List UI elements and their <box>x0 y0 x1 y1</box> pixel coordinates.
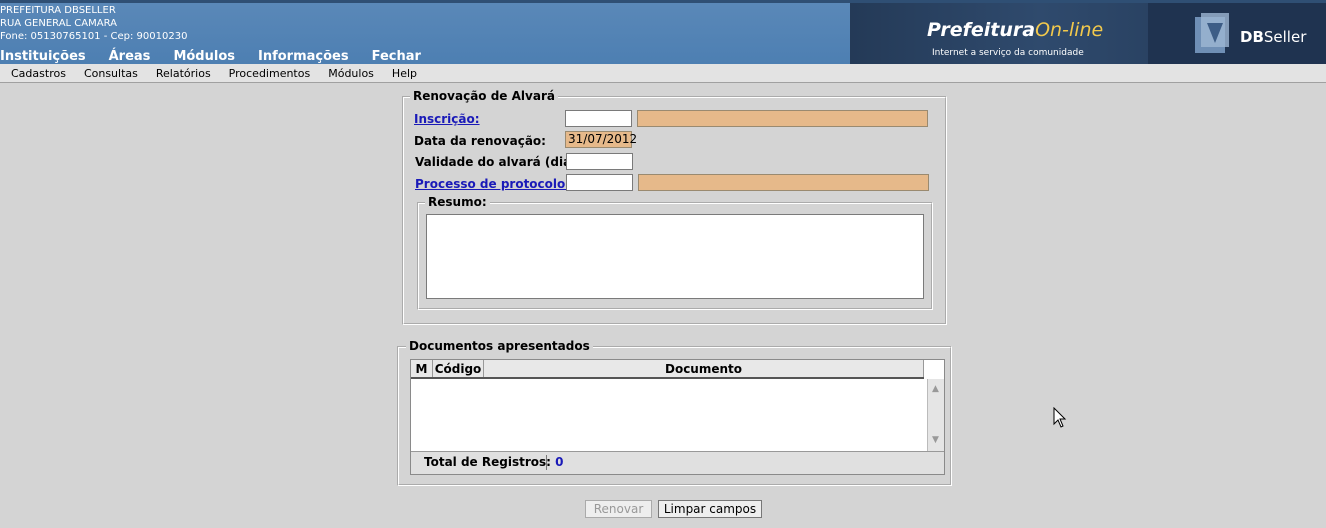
limpar-campos-button[interactable]: Limpar campos <box>658 500 762 518</box>
menu-help[interactable]: Help <box>392 67 417 80</box>
resumo-textarea[interactable] <box>426 214 924 299</box>
documentos-legend: Documentos apresentados <box>406 339 593 353</box>
processo-description-field <box>638 174 929 191</box>
grid-header: M Código Documento <box>411 360 924 379</box>
scroll-up-icon[interactable]: ▲ <box>932 384 939 394</box>
brand-online: On-line <box>1035 19 1104 41</box>
institution-contact: Fone: 05130765101 - Cep: 90010230 <box>0 31 188 42</box>
dbseller-logo: DBSeller <box>1148 3 1326 64</box>
column-m[interactable]: M <box>411 360 433 377</box>
menu-cadastros[interactable]: Cadastros <box>11 67 66 80</box>
app-header: PREFEITURA DBSELLER RUA GENERAL CAMARA F… <box>0 0 1326 64</box>
top-menu-informacoes[interactable]: Informações <box>258 49 349 64</box>
db-rest: Seller <box>1263 28 1307 46</box>
institution-name: PREFEITURA DBSELLER <box>0 5 116 16</box>
top-menu-modulos[interactable]: Módulos <box>173 49 235 64</box>
scroll-down-icon[interactable]: ▼ <box>932 435 939 445</box>
column-codigo[interactable]: Código <box>433 360 484 377</box>
processo-protocolo-link[interactable]: Processo de protocolo: <box>415 177 570 191</box>
top-menu: Instituições Áreas Módulos Informações F… <box>0 49 444 64</box>
menu-modulos[interactable]: Módulos <box>328 67 374 80</box>
data-renovacao-field: 31/07/2012 <box>565 131 637 148</box>
dbseller-logo-icon <box>1195 13 1229 53</box>
validade-input[interactable] <box>566 153 633 170</box>
brand-main: Prefeitura <box>927 19 1036 41</box>
validade-label: Validade do alvará (dias): <box>415 155 589 169</box>
total-registros-label: Total de Registros: 0 <box>424 455 563 469</box>
menu-consultas[interactable]: Consultas <box>84 67 138 80</box>
inscricao-description-field <box>637 110 928 127</box>
brand-logo-text: PrefeituraOn-line <box>927 19 1103 41</box>
documents-grid: M Código Documento ▲ ▼ Total de Registro… <box>410 359 945 475</box>
data-renovacao-label: Data da renovação: <box>414 134 546 148</box>
processo-input[interactable] <box>566 174 633 191</box>
total-registros-text: Total de Registros: <box>424 455 551 469</box>
grid-scrollbar[interactable]: ▲ ▼ <box>927 379 944 451</box>
institution-address: RUA GENERAL CAMARA <box>0 18 117 29</box>
menu-relatorios[interactable]: Relatórios <box>156 67 211 80</box>
mouse-cursor-icon <box>1053 407 1067 428</box>
renovacao-legend: Renovação de Alvará <box>410 89 558 103</box>
column-documento[interactable]: Documento <box>484 360 924 377</box>
renovar-button[interactable]: Renovar <box>585 500 652 518</box>
top-menu-fechar[interactable]: Fechar <box>372 49 421 64</box>
top-menu-instituicoes[interactable]: Instituições <box>0 49 86 64</box>
top-menu-areas[interactable]: Áreas <box>109 49 151 64</box>
resumo-legend: Resumo: <box>425 195 490 209</box>
db-bold: DB <box>1240 28 1264 46</box>
total-registros-value: 0 <box>555 455 564 469</box>
brand-banner: PrefeituraOn-line Internet a serviço da … <box>850 3 1326 64</box>
menu-bar: Cadastros Consultas Relatórios Procedime… <box>0 64 1326 83</box>
inscricao-input[interactable] <box>565 110 632 127</box>
inscricao-link[interactable]: Inscrição: <box>414 112 480 126</box>
menu-procedimentos[interactable]: Procedimentos <box>229 67 311 80</box>
brand-subtitle: Internet a serviço da comunidade <box>932 48 1084 58</box>
footer-divider <box>546 455 547 470</box>
grid-footer: Total de Registros: 0 <box>411 451 944 474</box>
institution-info: PREFEITURA DBSELLER RUA GENERAL CAMARA F… <box>0 4 187 43</box>
dbseller-logo-text: DBSeller <box>1240 28 1306 46</box>
